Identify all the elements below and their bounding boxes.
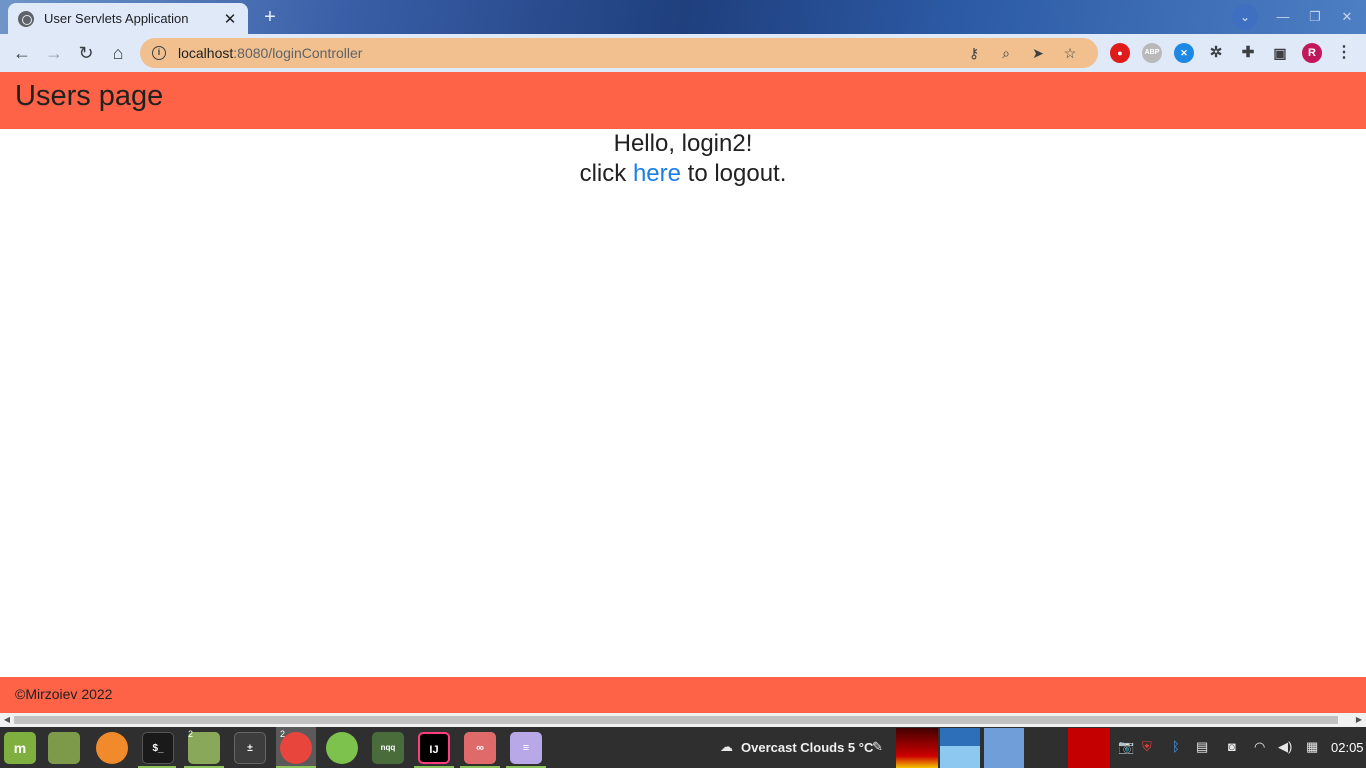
browser-tab-strip: User Servlets Application ✕ + ⌄ — ❐ ✕ — [0, 0, 1366, 34]
memory-graph — [940, 728, 980, 768]
back-icon[interactable]: ← — [10, 41, 34, 65]
logout-line: click here to logout. — [0, 159, 1366, 189]
side-panel-icon[interactable]: ▣ — [1270, 43, 1290, 63]
camera-icon[interactable]: 📷 — [1118, 739, 1134, 755]
page-header: Users page — [0, 72, 1366, 129]
extensions-puzzle-icon[interactable]: ✚ — [1238, 43, 1258, 63]
extension-bug-icon[interactable]: ✲ — [1206, 43, 1226, 63]
url-text[interactable]: localhost:8080/loginController — [178, 45, 958, 61]
us-flag-icon[interactable]: ▤ — [1196, 739, 1208, 755]
globe-icon — [18, 10, 34, 27]
logout-suffix: to logout. — [680, 160, 787, 187]
menu-kebab-icon[interactable]: ⋮ — [1334, 43, 1354, 63]
chrome-count-badge: 2 — [280, 729, 286, 739]
window-close-icon[interactable]: ✕ — [1336, 4, 1358, 30]
bluetooth-icon[interactable]: ᛒ — [1172, 739, 1180, 754]
footer-copyright: ©Mirzoiev 2022 — [15, 686, 113, 702]
site-info-icon[interactable]: i — [152, 46, 166, 60]
scrollbar-thumb[interactable] — [14, 716, 1338, 724]
horizontal-scrollbar[interactable]: ◀ ▶ — [0, 713, 1366, 727]
browser-tab[interactable]: User Servlets Application ✕ — [8, 3, 248, 34]
logout-link[interactable]: here — [633, 160, 681, 187]
new-tab-button[interactable]: + — [258, 6, 282, 30]
app-grid-icon[interactable] — [326, 732, 358, 764]
restore-icon[interactable]: ❐ — [1304, 4, 1326, 30]
address-bar[interactable]: i localhost:8080/loginController ⚷ ⌕ ➤ ☆ — [140, 38, 1098, 68]
send-icon[interactable]: ➤ — [1022, 45, 1054, 62]
url-host: localhost — [178, 45, 234, 61]
tab-title: User Servlets Application — [44, 11, 189, 26]
adblock-icon[interactable]: ABP — [1142, 43, 1162, 63]
home-icon[interactable]: ⌂ — [106, 41, 130, 65]
forward-icon[interactable]: → — [42, 41, 66, 65]
mint-menu-icon[interactable]: m — [4, 732, 36, 764]
disk-graph — [1068, 728, 1110, 768]
profile-avatar[interactable]: R — [1302, 43, 1322, 63]
extension-blue-icon[interactable]: ✕ — [1174, 43, 1194, 63]
logout-prefix: click — [579, 160, 633, 187]
swap-graph — [984, 728, 1024, 768]
tab-close-icon[interactable]: ✕ — [222, 10, 238, 28]
star-icon[interactable]: ☆ — [1054, 45, 1086, 62]
network-graph — [1028, 728, 1064, 768]
reload-icon[interactable]: ↻ — [74, 41, 98, 65]
page-footer: ©Mirzoiev 2022 — [0, 677, 1366, 713]
intellij-icon[interactable]: IJ — [418, 732, 450, 764]
page-title: Users page — [15, 80, 164, 112]
clipboard-icon[interactable]: ▦ — [1306, 739, 1318, 755]
clock[interactable]: 02:05 — [1331, 740, 1364, 755]
minimize-icon[interactable]: — — [1272, 4, 1294, 30]
extension-red-icon[interactable]: ● — [1110, 43, 1130, 63]
cpu-graph — [896, 728, 938, 768]
scroll-right-icon[interactable]: ▶ — [1352, 713, 1366, 727]
scroll-left-icon[interactable]: ◀ — [0, 713, 14, 727]
firefox-icon[interactable] — [96, 732, 128, 764]
url-path: :8080/loginController — [233, 45, 363, 61]
volume-icon[interactable]: ◀) — [1278, 739, 1292, 755]
nqq-icon[interactable]: nqq — [372, 732, 404, 764]
greeting-text: Hello, login2! — [613, 130, 753, 157]
wifi-icon[interactable]: ◠ — [1254, 739, 1265, 755]
folder-count-badge: 2 — [188, 729, 194, 739]
cloud-icon: ☁ — [720, 739, 733, 754]
weather-text[interactable]: Overcast Clouds 5 °C — [741, 740, 873, 755]
calculator-icon[interactable]: ± — [234, 732, 266, 764]
glasses-app-icon[interactable]: ∞ — [464, 732, 496, 764]
note-icon[interactable]: ✎ — [872, 739, 883, 755]
tab-search-icon[interactable]: ⌄ — [1232, 4, 1258, 30]
zoom-icon[interactable]: ⌕ — [990, 45, 1022, 62]
terminal-icon[interactable]: $_ — [142, 732, 174, 764]
main-content: Hello, login2! click here to logout. — [0, 129, 1366, 189]
update-icon[interactable]: ◙ — [1228, 739, 1236, 754]
key-icon[interactable]: ⚷ — [958, 45, 990, 62]
browser-toolbar: ← → ↻ ⌂ i localhost:8080/loginController… — [0, 34, 1366, 72]
shield-icon[interactable]: ⛨ — [1142, 739, 1152, 755]
files-icon[interactable] — [48, 732, 80, 764]
text-editor-icon[interactable]: ≡ — [510, 732, 542, 764]
system-taskbar: m $_ 2 ± 2 nqq IJ ∞ ≡ ☁ Overcast Clouds … — [0, 727, 1366, 768]
